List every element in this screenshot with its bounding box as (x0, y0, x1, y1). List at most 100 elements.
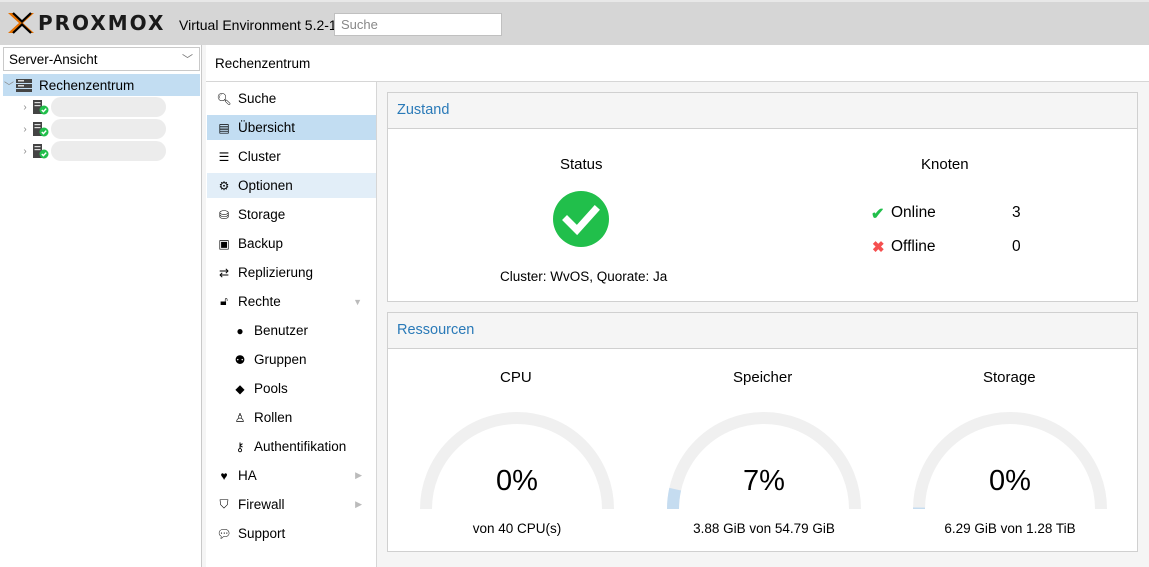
breadcrumb: Rechenzentrum (215, 56, 311, 71)
view-select-value: Server-Ansicht (9, 52, 98, 67)
gauge-detail: 6.29 GiB von 1.28 TiB (944, 521, 1076, 536)
offline-count: 0 (1012, 238, 1021, 255)
resource-tree: ﹀ Rechenzentrum › › › (3, 74, 200, 162)
product-version: Virtual Environment 5.2-1 (179, 17, 337, 33)
gauge-label: Speicher (733, 369, 793, 386)
tree-item-datacenter[interactable]: ﹀ Rechenzentrum (3, 74, 200, 96)
gauge-percent: 0% (496, 465, 538, 497)
resources-panel-title: Ressourcen (397, 322, 475, 338)
config-nav-menu: 🔍︎ Suche ▤ Übersicht ☰ Cluster ⚙ Optione… (206, 82, 377, 567)
node-online-icon (33, 144, 49, 159)
collapse-icon[interactable]: ﹀ (3, 78, 15, 93)
nav-item-rechte[interactable]: 🔓︎ Rechte ▼ (207, 289, 376, 314)
nav-label: Backup (238, 236, 284, 251)
check-icon: ✔ (871, 206, 885, 223)
nav-item-suche[interactable]: 🔍︎ Suche (207, 86, 376, 111)
tags-icon: ◆ (235, 381, 245, 396)
resources-panel-header: Ressourcen (388, 313, 1137, 349)
search-input[interactable] (334, 13, 502, 36)
cluster-quorum-text: Cluster: WvOS, Quorate: Ja (500, 269, 668, 284)
status-heading: Status (560, 156, 603, 173)
gauge-percent: 0% (989, 465, 1031, 497)
redacted-node-name (51, 141, 166, 161)
caret-down-icon[interactable]: ▼ (353, 297, 362, 307)
nav-label: Optionen (238, 178, 293, 193)
gauge-detail: von 40 CPU(s) (472, 521, 562, 536)
unlock-icon: 🔓︎ (220, 294, 228, 308)
tree-label-datacenter: Rechenzentrum (39, 77, 135, 93)
resource-tree-panel: Server-Ansicht ﹀ ﹀ Rechenzentrum › › › (0, 45, 202, 567)
nav-item-gruppen[interactable]: ⚉ Gruppen (207, 347, 376, 372)
caret-right-icon[interactable]: ▶ (355, 499, 362, 510)
main-content: Zustand Status Cluster: WvOS, Quorate: J… (377, 82, 1149, 567)
nav-item-rollen[interactable]: ♙ Rollen (207, 405, 376, 430)
nav-item-support[interactable]: 💬︎ Support (207, 521, 376, 546)
proxmox-x-icon (8, 12, 34, 34)
nav-label: Rollen (254, 410, 293, 425)
nav-label: Gruppen (254, 352, 307, 367)
nav-item-authentifikation[interactable]: ⚷ Authentifikation (207, 434, 376, 459)
nav-item-pools[interactable]: ◆ Pools (207, 376, 376, 401)
shield-icon: ⛉ (219, 497, 229, 511)
node-online-icon (33, 122, 49, 137)
nav-label: Replizierung (238, 265, 314, 280)
offline-label: Offline (891, 238, 936, 255)
chevron-right-icon[interactable]: › (19, 102, 31, 113)
nav-label: Rechte (238, 294, 281, 309)
nav-label: Übersicht (238, 120, 296, 135)
nav-label: Pools (254, 381, 288, 396)
retweet-icon: ⇄ (218, 265, 230, 280)
nav-label: Firewall (238, 497, 285, 512)
tree-item-node[interactable]: › (3, 140, 200, 162)
book-icon: ▤ (218, 120, 230, 135)
resources-panel: Ressourcen CPU 0% von 40 CPU(s) Speicher… (387, 312, 1138, 552)
heartbeat-icon: ♥ (220, 468, 228, 483)
status-panel-header: Zustand (388, 93, 1137, 129)
status-ok-icon (553, 191, 609, 247)
chevron-right-icon[interactable]: › (19, 124, 31, 135)
nav-item-optionen[interactable]: ⚙ Optionen (207, 173, 376, 198)
gear-icon: ⚙ (218, 178, 230, 193)
gauge-label: CPU (500, 369, 532, 386)
nav-item-cluster[interactable]: ☰ Cluster (207, 144, 376, 169)
user-icon: ● (236, 323, 244, 338)
comments-icon: 💬︎ (216, 526, 232, 541)
nav-item-ha[interactable]: ♥ HA ▶ (207, 463, 376, 488)
nav-item-benutzer[interactable]: ● Benutzer (207, 318, 376, 343)
database-icon: ⛁ (218, 207, 230, 222)
redacted-node-name (51, 119, 166, 139)
caret-right-icon[interactable]: ▶ (355, 470, 362, 481)
nav-item-uebersicht[interactable]: ▤ Übersicht (207, 115, 376, 140)
nav-label: Suche (238, 91, 277, 106)
nav-label: Storage (238, 207, 286, 222)
status-panel-title: Zustand (397, 102, 450, 118)
status-panel: Zustand Status Cluster: WvOS, Quorate: J… (387, 92, 1138, 302)
nodes-heading: Knoten (921, 156, 969, 173)
nav-item-replizierung[interactable]: ⇄ Replizierung (207, 260, 376, 285)
node-online-icon (33, 100, 49, 115)
chevron-down-icon: ﹀ (182, 54, 193, 66)
online-count: 3 (1012, 204, 1021, 221)
top-header: PROXMOX Virtual Environment 5.2-1 (0, 0, 1149, 45)
nav-label: Authentifikation (254, 439, 347, 454)
datacenter-server-icon (16, 79, 32, 92)
proxmox-logo[interactable]: PROXMOX (6, 10, 165, 36)
nav-item-firewall[interactable]: ⛉ Firewall ▶ (207, 492, 376, 517)
nav-label: HA (238, 468, 257, 483)
key-icon: ⚷ (235, 439, 245, 454)
online-label: Online (891, 204, 936, 221)
redacted-node-name (51, 97, 166, 117)
server-icon: ☰ (218, 149, 230, 164)
chevron-right-icon[interactable]: › (19, 146, 31, 157)
male-icon: ♙ (234, 410, 246, 425)
nav-item-backup[interactable]: ▣ Backup (207, 231, 376, 256)
nav-item-storage[interactable]: ⛁ Storage (207, 202, 376, 227)
logo-wordmark: PROXMOX (38, 11, 166, 35)
users-icon: ⚉ (234, 352, 246, 367)
view-select[interactable]: Server-Ansicht ﹀ (3, 47, 200, 71)
gauge-detail: 3.88 GiB von 54.79 GiB (693, 521, 835, 536)
floppy-icon: ▣ (218, 236, 230, 251)
gauge-label: Storage (983, 369, 1036, 386)
tree-item-node[interactable]: › (3, 96, 200, 118)
tree-item-node[interactable]: › (3, 118, 200, 140)
